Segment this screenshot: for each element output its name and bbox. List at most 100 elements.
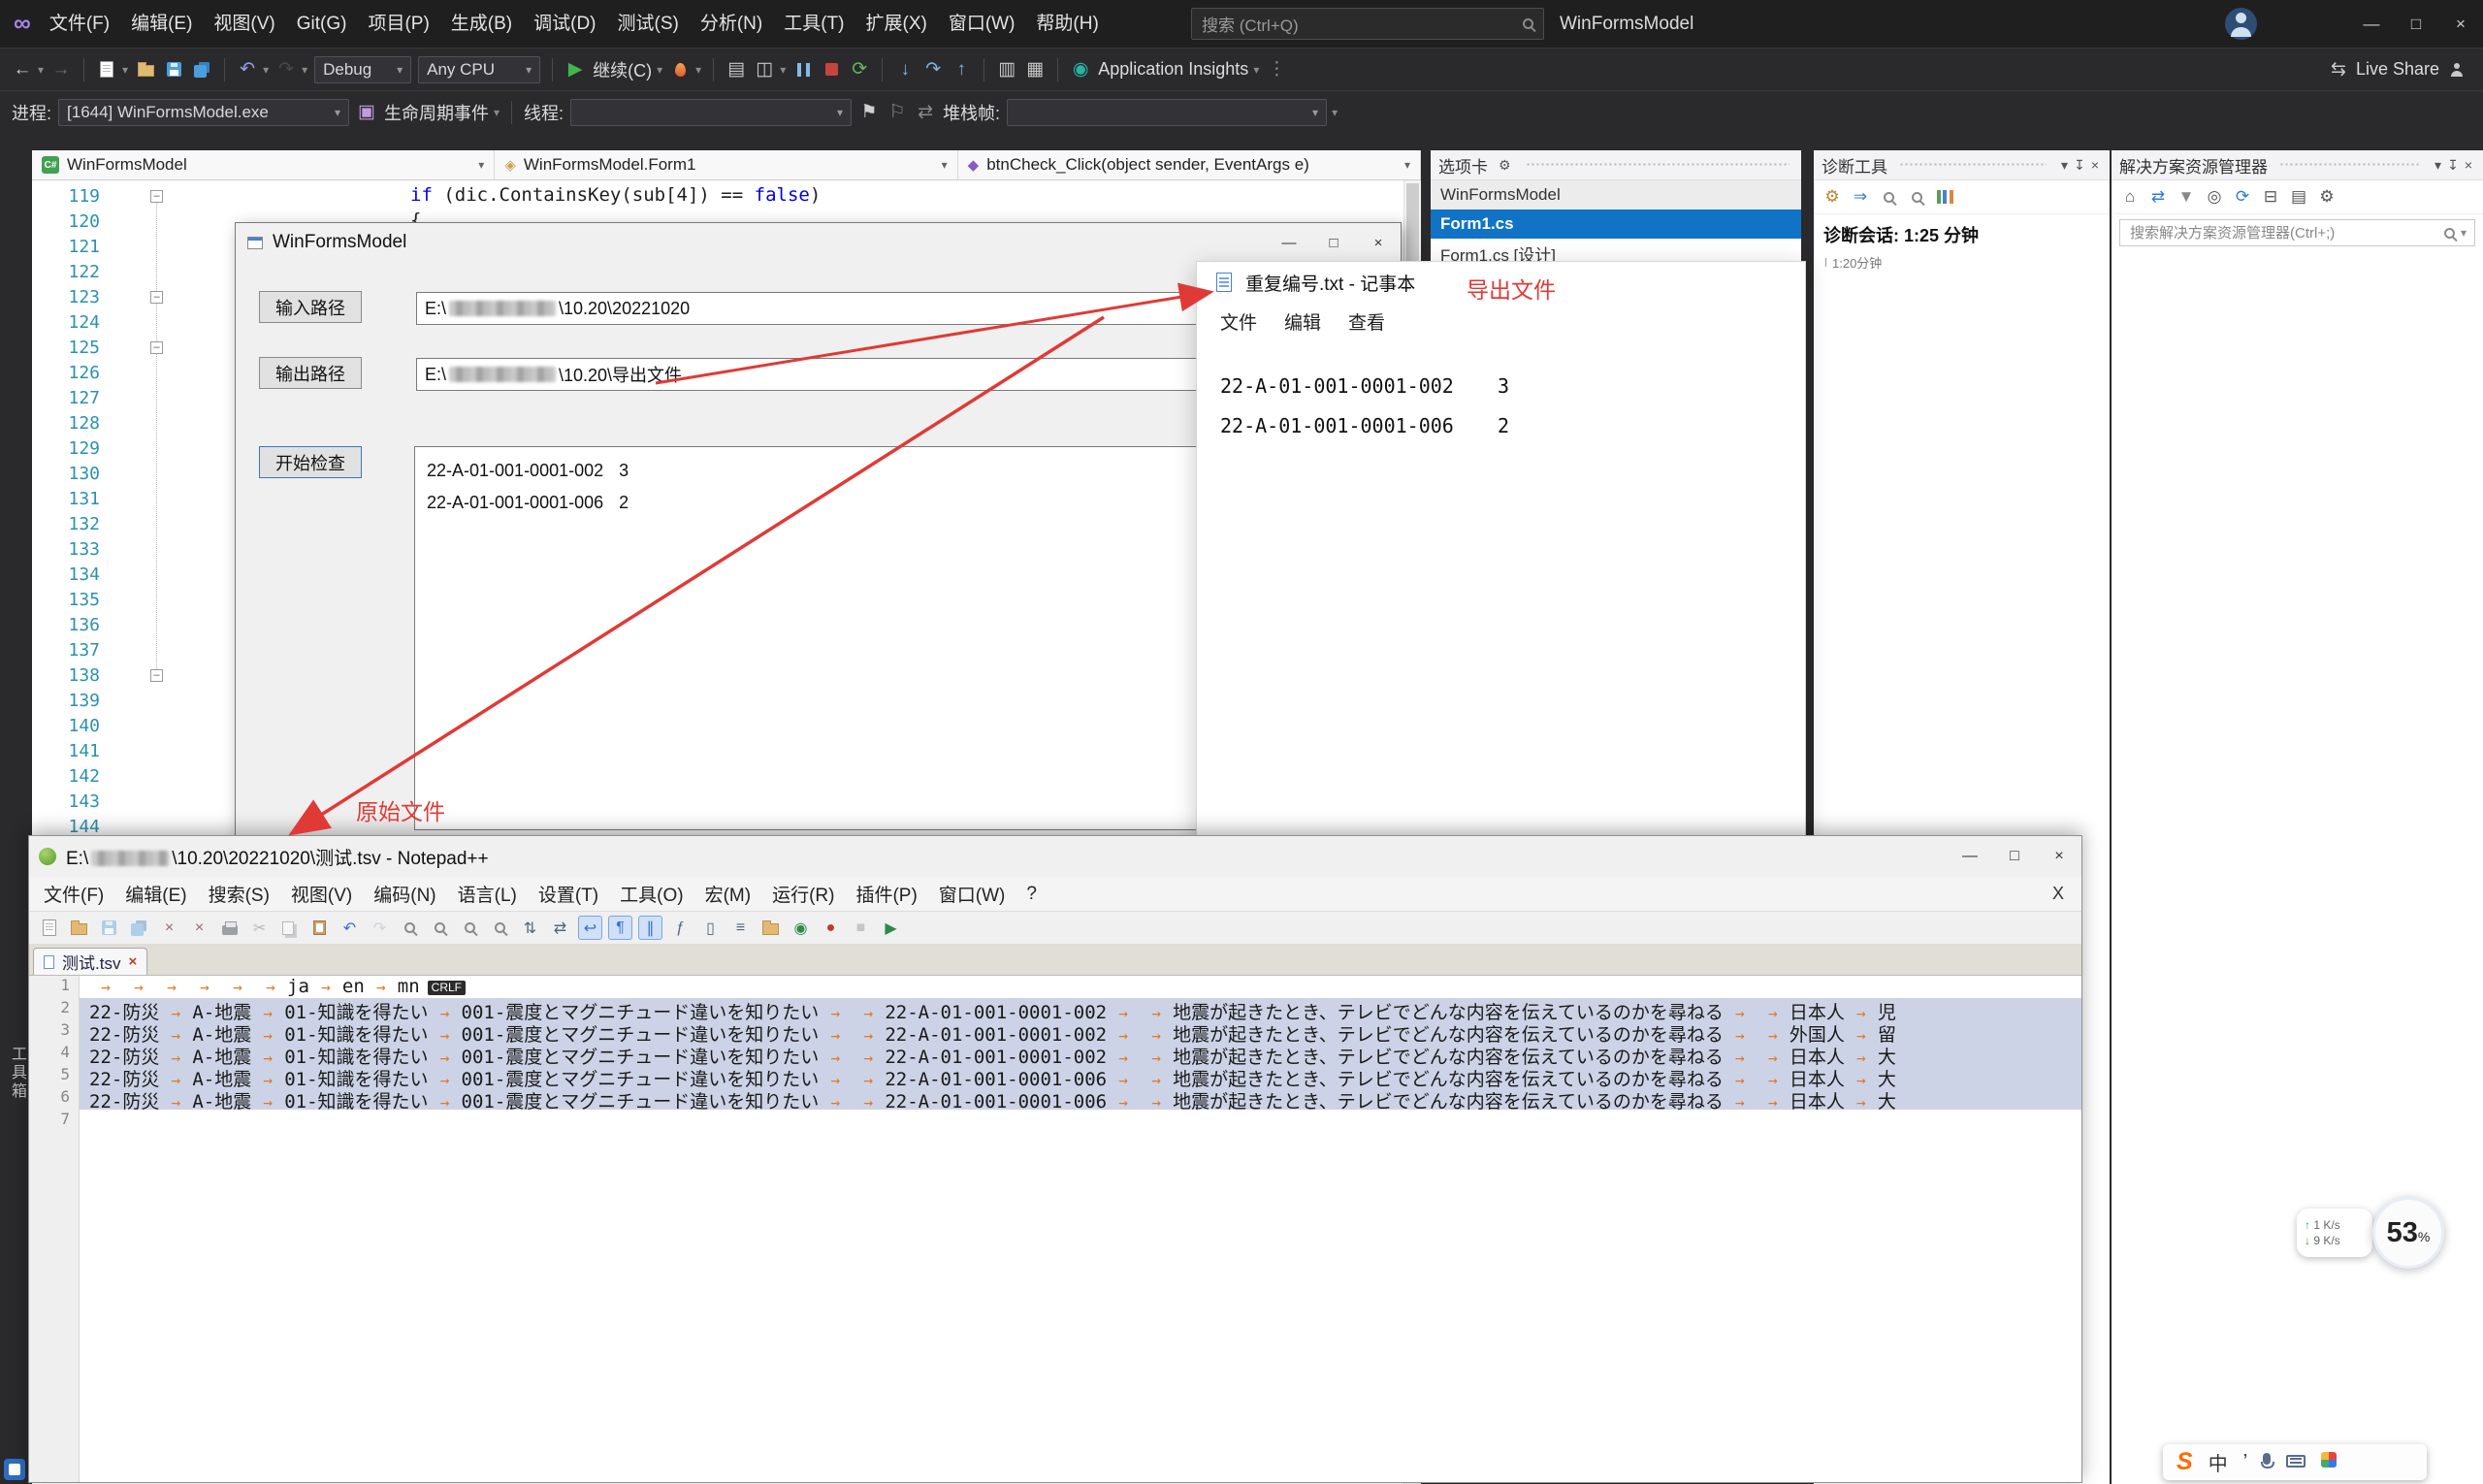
close-button[interactable]: ×	[1356, 223, 1401, 262]
thread-select[interactable]: ▾	[570, 98, 853, 126]
npp-menu-item-3[interactable]: 搜索(S)	[198, 881, 280, 907]
window-position-icon[interactable]: ▾	[2058, 157, 2071, 174]
flag-icon[interactable]: ⚑	[858, 100, 880, 125]
open-file-icon[interactable]	[67, 916, 91, 940]
step-out-icon[interactable]: ↑	[951, 57, 972, 82]
breadcrumb-segment-3[interactable]: ◆ btnCheck_Click(object sender, EventArgs…	[958, 150, 1421, 179]
zoom-in-icon[interactable]	[458, 916, 482, 940]
fold-marker[interactable]: –	[150, 341, 163, 354]
notepad-menu-item-3[interactable]: 查看	[1335, 308, 1399, 335]
npp-menu-item-1[interactable]: 文件(F)	[33, 881, 114, 907]
nav-forward-icon[interactable]: →	[50, 57, 72, 82]
dropdown-caret-icon[interactable]: ▾	[695, 63, 701, 77]
undo-icon[interactable]: ↶	[338, 916, 362, 940]
chevron-down-icon[interactable]: ▾	[942, 158, 948, 172]
npp-menu-item-4[interactable]: 视图(V)	[280, 881, 363, 907]
notepad-menu-item-1[interactable]: 文件	[1207, 308, 1271, 335]
chevron-down-icon[interactable]: ▾	[1404, 158, 1410, 172]
pause-all-icon[interactable]	[792, 57, 814, 82]
vs-menu-item-8[interactable]: 测试(S)	[607, 0, 690, 48]
npp-menu-item-6[interactable]: 语言(L)	[447, 881, 528, 907]
timeline-chart-icon[interactable]	[1936, 187, 1953, 207]
step-into-icon[interactable]: ↓	[894, 57, 916, 82]
tab-list-item[interactable]: WinFormsModel	[1431, 180, 1801, 210]
undo-icon[interactable]: ↶	[237, 57, 258, 82]
dropdown-caret-icon[interactable]: ▾	[38, 63, 44, 77]
copy-icon[interactable]	[277, 916, 302, 940]
form-title-bar[interactable]: WinFormsModel — □ ×	[236, 223, 1401, 262]
user-avatar[interactable]	[2225, 8, 2257, 40]
stop-debug-icon[interactable]	[821, 57, 842, 82]
sogou-logo[interactable]: S	[2177, 1448, 2193, 1476]
stop-macro-icon[interactable]: ■	[849, 916, 873, 940]
process-label[interactable]: 进程:	[12, 100, 51, 125]
save-icon[interactable]	[97, 916, 121, 940]
output-path-button[interactable]: 输出路径	[259, 357, 362, 389]
zoom-out-icon[interactable]	[1908, 187, 1925, 207]
feedback-person-icon[interactable]	[2446, 57, 2467, 82]
live-share-label[interactable]: Live Share	[2356, 59, 2439, 80]
tab-close-icon[interactable]: ×	[128, 953, 137, 970]
continue-icon[interactable]: ▶	[564, 57, 586, 82]
properties-icon[interactable]: ⚙	[2318, 187, 2336, 207]
ime-toolbox-icon[interactable]	[2321, 1451, 2338, 1473]
minimize-button[interactable]: —	[1267, 223, 1311, 262]
function-list-icon[interactable]: ≡	[728, 916, 753, 940]
step-over-icon[interactable]: ↷	[922, 57, 944, 82]
sync-vertical-icon[interactable]: ⇅	[518, 916, 542, 940]
solution-config-select[interactable]: Debug ▾	[314, 55, 412, 83]
notepad-text-area[interactable]: 22-A-01-001-0001-002 3 22-A-01-001-0001-00…	[1220, 374, 1795, 454]
process-select[interactable]: [1644] WinFormsModel.exe ▾	[58, 98, 350, 126]
close-button[interactable]: ×	[2037, 836, 2081, 877]
dropdown-caret-icon[interactable]: ▾	[780, 63, 786, 77]
minimize-button[interactable]: —	[1948, 836, 1992, 877]
pin-icon[interactable]: ↧	[2071, 157, 2088, 174]
stack-select[interactable]: ▾	[1007, 98, 1328, 126]
npp-menu-item-13[interactable]: ?	[1016, 884, 1048, 905]
npp-menu-item-8[interactable]: 工具(O)	[609, 881, 693, 907]
maximize-button[interactable]: □	[1311, 223, 1356, 262]
fold-marker[interactable]: –	[150, 291, 163, 304]
npp-menu-item-11[interactable]: 插件(P)	[845, 881, 927, 907]
nav-back-icon[interactable]: ←	[12, 57, 33, 82]
breadcrumb-segment-1[interactable]: C# WinFormsModel ▾	[32, 150, 496, 179]
vs-menu-item-6[interactable]: 生成(B)	[440, 0, 523, 48]
paste-icon[interactable]	[307, 916, 332, 940]
monitor-tail-icon[interactable]: ◉	[789, 916, 813, 940]
gear-icon[interactable]: ⚙	[1496, 157, 1514, 174]
dropdown-caret-icon[interactable]: ▾	[494, 106, 500, 119]
dropdown-caret-icon[interactable]: ▾	[1253, 63, 1259, 77]
thread-label[interactable]: 线程:	[524, 100, 564, 125]
settings-gear-icon[interactable]: ⚙	[1823, 187, 1841, 207]
breadcrumb-segment-2[interactable]: ◈ WinFormsModel.Form1 ▾	[495, 150, 958, 179]
split-view-icon[interactable]: ◫	[754, 57, 775, 82]
vs-menu-item-7[interactable]: 调试(D)	[523, 0, 606, 48]
notepad-menu-item-2[interactable]: 编辑	[1271, 308, 1335, 335]
vs-menu-item-5[interactable]: 项目(P)	[357, 0, 439, 48]
panel-drag-handle[interactable]	[1899, 162, 2048, 168]
find-icon[interactable]	[398, 916, 422, 940]
panel-drag-handle[interactable]	[1525, 162, 1790, 168]
panel-drag-handle[interactable]	[2279, 162, 2421, 168]
show-all-files-icon[interactable]: ▤	[2290, 187, 2307, 207]
collapsed-tool-window-tab[interactable]: 工具箱	[5, 1046, 28, 1101]
vs-menu-item-12[interactable]: 窗口(W)	[938, 0, 1026, 48]
workspace-folder-icon[interactable]	[758, 916, 783, 940]
npp-menu-item-2[interactable]: 编辑(E)	[114, 881, 197, 907]
vs-menu-item-1[interactable]: 文件(F)	[39, 0, 120, 48]
restart-debug-icon[interactable]: ⟳	[849, 57, 870, 82]
close-icon[interactable]: ×	[2462, 157, 2475, 174]
dropdown-caret-icon[interactable]: ▾	[122, 63, 128, 77]
dropdown-caret-icon[interactable]: ▾	[1332, 106, 1338, 119]
window-position-icon[interactable]: ▾	[2432, 157, 2444, 174]
indent-guide-icon[interactable]: ∥	[638, 916, 662, 940]
thread-nav-icon[interactable]: ⇄	[915, 100, 936, 125]
sync-selection-icon[interactable]: ◎	[2206, 187, 2223, 207]
word-wrap-icon[interactable]: ↩	[578, 916, 602, 940]
sync-horizontal-icon[interactable]: ⇄	[548, 916, 572, 940]
dropdown-caret-icon[interactable]: ▾	[263, 63, 269, 77]
close-all-icon[interactable]: ×	[187, 916, 211, 940]
immediate-window-icon[interactable]: ▥	[996, 57, 1017, 82]
close-button[interactable]: ×	[2438, 0, 2483, 48]
zoom-in-icon[interactable]	[1880, 187, 1897, 207]
